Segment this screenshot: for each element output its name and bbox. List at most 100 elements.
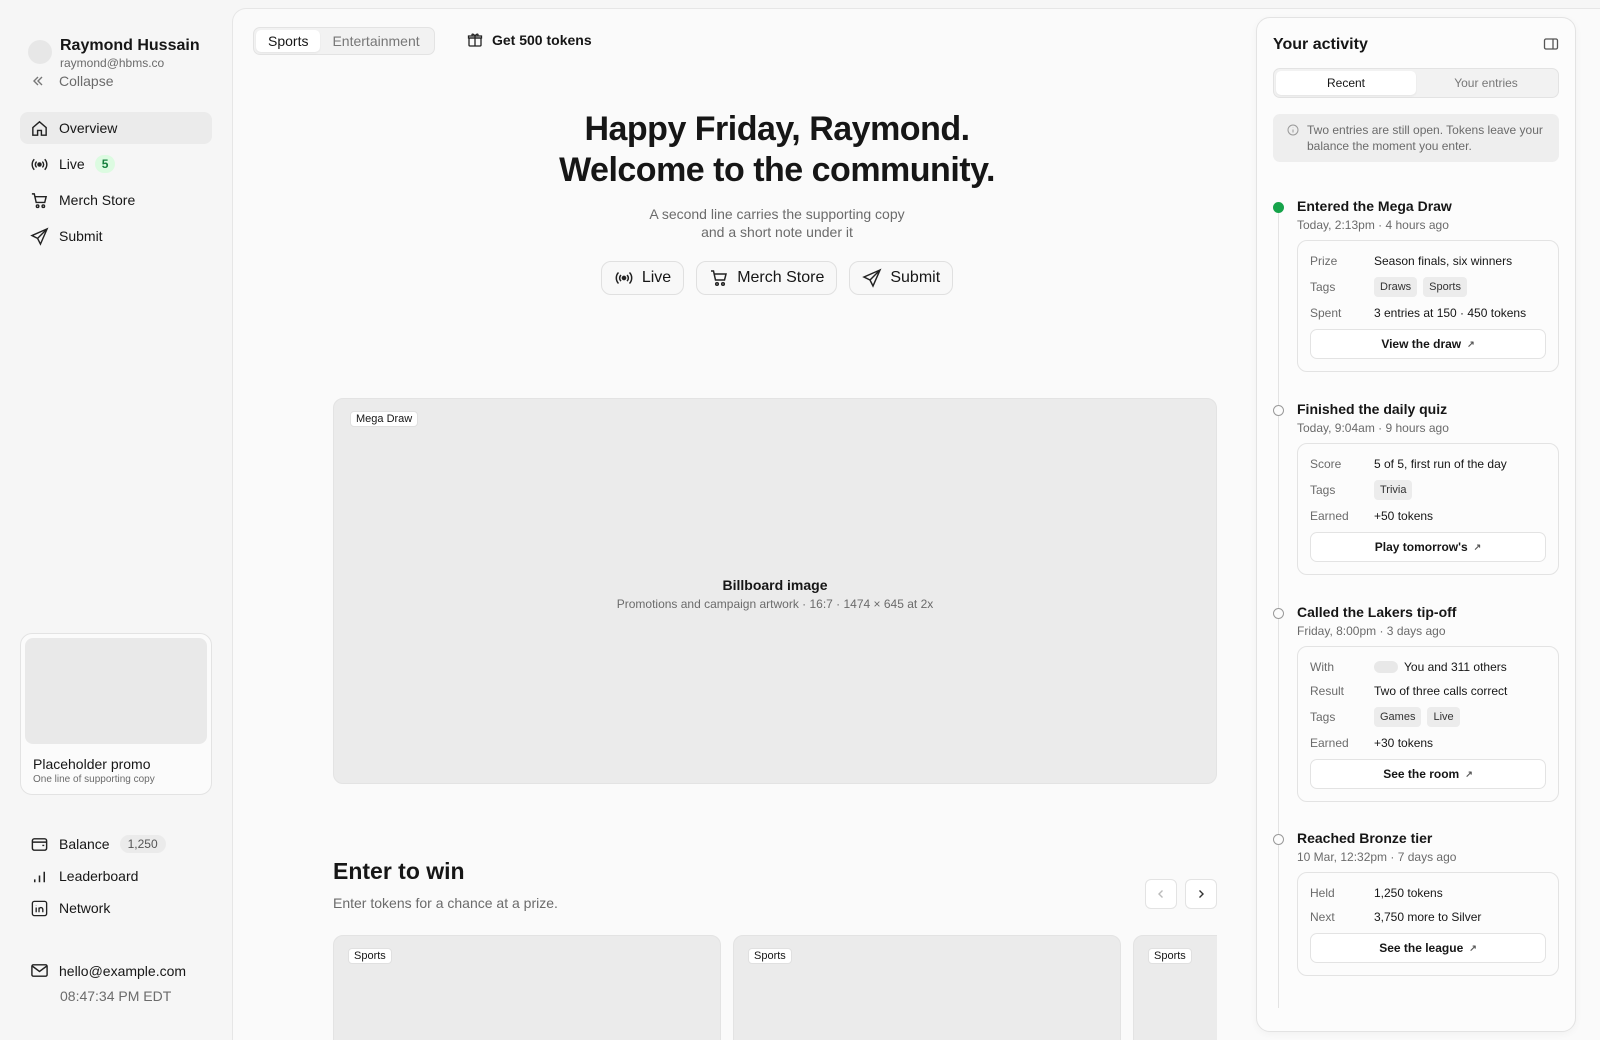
- get-tokens-link[interactable]: Get 500 tokens: [467, 32, 592, 48]
- detail-value: 3 entries at 150 · 450 tokens: [1374, 306, 1527, 320]
- activity-tabs: Recent Your entries: [1273, 68, 1559, 98]
- promo-card[interactable]: Placeholder promo One line of supporting…: [20, 633, 212, 795]
- event-details: With You and 311 others Result Two of thre…: [1297, 646, 1559, 802]
- sidebar: Raymond Hussain raymond@hbms.co Collapse…: [0, 0, 232, 1040]
- sidebar-item-submit[interactable]: Submit: [20, 220, 212, 252]
- play-tomorrow-button[interactable]: Play tomorrow's ↗: [1310, 532, 1546, 562]
- submit-button[interactable]: Submit: [849, 261, 954, 295]
- get-tokens-label: Get 500 tokens: [492, 32, 592, 48]
- sidebar-item-live[interactable]: Live 5: [20, 148, 212, 180]
- merch-store-button[interactable]: Merch Store: [696, 261, 838, 295]
- detail-key: Result: [1310, 684, 1345, 698]
- sidebar-bottom-nav: Balance 1,250 Leaderboard Network: [20, 828, 212, 924]
- detail-value: +30 tokens: [1374, 736, 1434, 750]
- prize-card[interactable]: Sports: [333, 935, 721, 1040]
- billboard-title: Billboard image: [722, 577, 828, 593]
- sidebar-item-label: Balance: [59, 836, 110, 852]
- broadcast-icon: [615, 271, 633, 285]
- detail-key: Earned: [1310, 509, 1349, 523]
- event-title: Finished the daily quiz: [1297, 401, 1448, 417]
- button-label: See the league: [1379, 941, 1464, 955]
- prize-card[interactable]: Sports: [1133, 935, 1217, 1040]
- view-the-draw-button[interactable]: View the draw ↗: [1310, 329, 1546, 359]
- sidebar-item-overview[interactable]: Overview: [20, 112, 212, 144]
- mail-icon: [31, 964, 48, 977]
- button-label: See the room: [1383, 767, 1460, 781]
- chevron-left-icon: [1158, 890, 1163, 898]
- collapse-button[interactable]: Collapse: [30, 73, 113, 89]
- detail-value: 1,250 tokens: [1374, 886, 1443, 900]
- event-title: Called the Lakers tip-off: [1297, 604, 1457, 620]
- category-switcher: Sports Entertainment: [253, 27, 435, 55]
- tab-sports[interactable]: Sports: [256, 30, 321, 52]
- linkedin-icon: [31, 900, 48, 916]
- live-button[interactable]: Live: [600, 261, 685, 295]
- sidebar-item-label: Overview: [59, 120, 118, 136]
- prize-card-tag: Sports: [348, 948, 392, 964]
- broadcast-icon: [31, 158, 48, 170]
- detail-value: 3,750 more to Silver: [1374, 910, 1482, 924]
- billboard[interactable]: Mega Draw Billboard image Promotions and…: [333, 398, 1217, 784]
- merch-store-button-label: Merch Store: [737, 269, 825, 286]
- hero-greeting: Happy Friday, Raymond.: [584, 110, 970, 148]
- contact-email: hello@example.com: [59, 962, 187, 979]
- prize-card[interactable]: Sports: [733, 935, 1121, 1040]
- see-the-room-button[interactable]: See the room ↗: [1310, 759, 1546, 789]
- cart-icon: [711, 270, 728, 287]
- hero-subtitle-line1: A second line carries the supporting cop…: [649, 206, 905, 222]
- event-title: Entered the Mega Draw: [1297, 198, 1452, 214]
- detail-value: +50 tokens: [1374, 509, 1434, 523]
- live-count-badge: 5: [94, 155, 116, 173]
- enter-to-win-subtitle: Enter tokens for a chance at a prize.: [333, 895, 558, 911]
- wallet-icon: [31, 837, 48, 851]
- activity-panel: Your activity Recent Your entries Two en…: [1256, 17, 1576, 1032]
- external-link-icon: ↗: [1467, 338, 1475, 349]
- local-time: 08:47:34 PM EDT: [60, 988, 172, 1004]
- collapse-label: Collapse: [59, 73, 114, 89]
- status-dot: [1273, 608, 1284, 619]
- gift-icon: [467, 33, 483, 47]
- sidebar-item-merch-store[interactable]: Merch Store: [20, 184, 212, 216]
- user-profile[interactable]: Raymond Hussain raymond@hbms.co: [28, 36, 200, 71]
- sidebar-item-balance[interactable]: Balance 1,250: [20, 828, 212, 860]
- hero-subtitle-line2: and a short note under it: [701, 224, 853, 240]
- sidebar-item-leaderboard[interactable]: Leaderboard: [20, 860, 212, 892]
- event-title: Reached Bronze tier: [1297, 830, 1433, 846]
- tab-your-entries[interactable]: Your entries: [1416, 71, 1556, 95]
- detail-key: Spent: [1310, 306, 1342, 320]
- external-link-icon: ↗: [1473, 541, 1482, 552]
- cart-icon: [31, 192, 48, 208]
- carousel-prev-button[interactable]: [1145, 879, 1177, 909]
- user-name: Raymond Hussain: [60, 37, 200, 54]
- info-icon: [1287, 124, 1299, 136]
- detail-key: Tags: [1310, 280, 1336, 294]
- sidebar-item-label: Merch Store: [59, 192, 136, 208]
- status-dot: [1273, 405, 1284, 416]
- button-label: View the draw: [1381, 337, 1462, 351]
- carousel-next-button[interactable]: [1185, 879, 1217, 909]
- contact-email-link[interactable]: hello@example.com: [30, 961, 186, 980]
- tag-chip: Games: [1374, 707, 1422, 727]
- tag-chip: Sports: [1423, 277, 1467, 297]
- avatar-stack: [1374, 661, 1398, 673]
- detail-value: Season finals, six winners: [1374, 254, 1513, 268]
- detail-key: Held: [1310, 886, 1335, 900]
- detail-key: Earned: [1310, 736, 1349, 750]
- home-icon: [32, 120, 47, 136]
- send-icon: [862, 268, 882, 288]
- billboard-tag: Mega Draw: [350, 411, 419, 427]
- external-link-icon: ↗: [1469, 942, 1477, 953]
- promo-title: Placeholder promo: [33, 756, 151, 772]
- avatar: [28, 40, 52, 64]
- sidebar-item-label: Submit: [59, 228, 103, 244]
- tab-recent[interactable]: Recent: [1276, 71, 1416, 95]
- send-icon: [30, 227, 49, 246]
- prize-carousel: Sports Sports Sports: [333, 935, 1217, 1040]
- tab-entertainment[interactable]: Entertainment: [320, 30, 431, 52]
- tag-chip: Draws: [1374, 277, 1418, 297]
- panel-toggle-icon[interactable]: [1543, 36, 1559, 52]
- sidebar-item-network[interactable]: Network: [20, 892, 212, 924]
- tag-chip: Trivia: [1374, 480, 1413, 500]
- see-the-league-button[interactable]: See the league ↗: [1310, 933, 1546, 963]
- hero-actions: Live Merch Store Submit: [233, 261, 1321, 295]
